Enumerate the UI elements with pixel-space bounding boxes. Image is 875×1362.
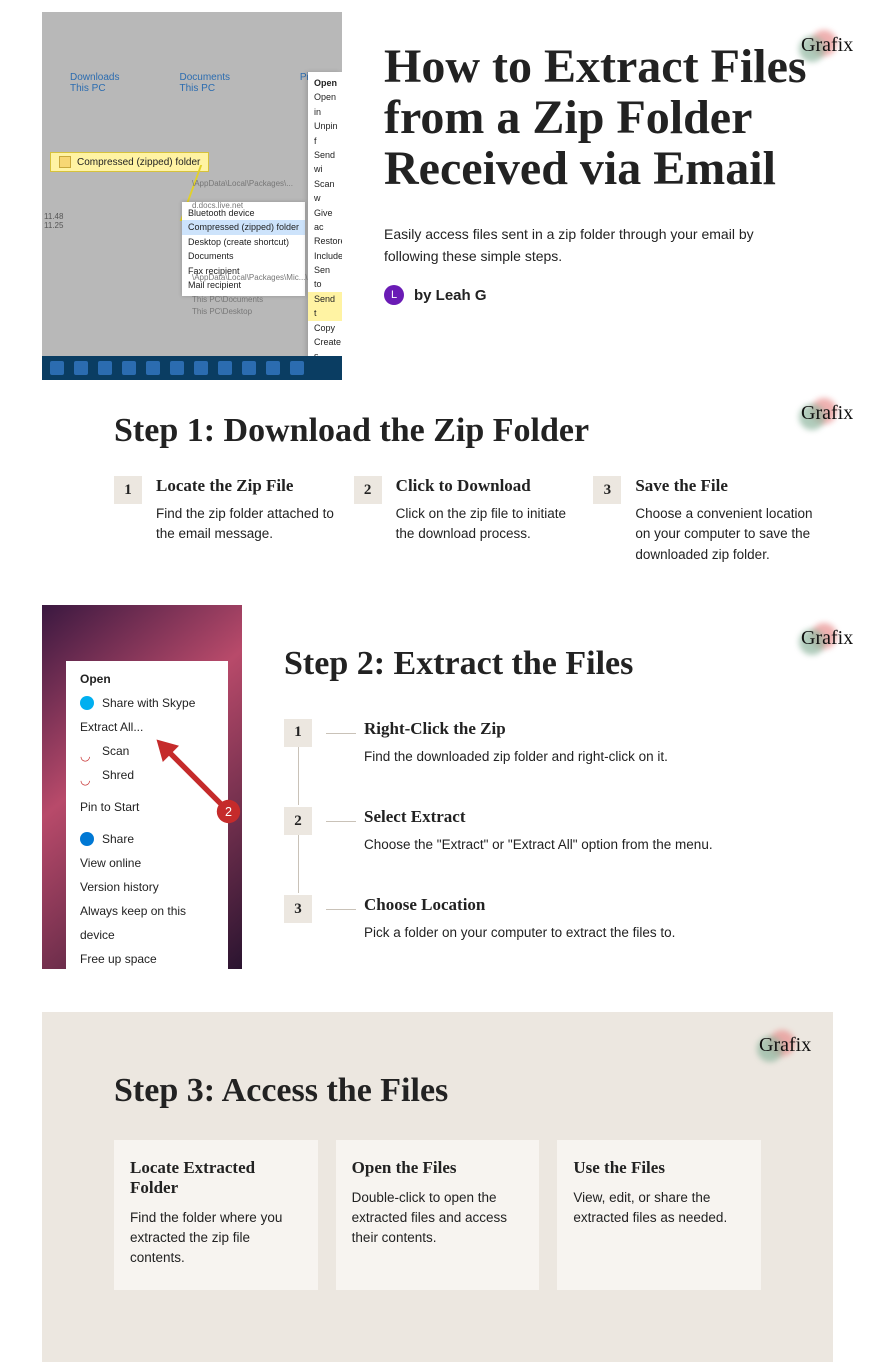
step-number: 3 xyxy=(284,895,312,923)
brand-logo: Grafix xyxy=(797,394,847,434)
step2-item: 1 Right-Click the Zip Find the downloade… xyxy=(284,719,815,767)
brand-logo: Grafix xyxy=(797,26,847,66)
avatar: L xyxy=(384,285,404,305)
item-body: Choose the "Extract" or "Extract All" op… xyxy=(364,835,713,855)
card-body: Find the folder where you extracted the … xyxy=(130,1208,302,1269)
byline: L by Leah G xyxy=(384,285,815,305)
page-subtitle: Easily access files sent in a zip folder… xyxy=(384,223,784,268)
step3-card: Use the Files View, edit, or share the e… xyxy=(557,1140,761,1291)
folder-tile: Downloads This PC xyxy=(70,72,119,94)
hero-section: Downloads This PC Documents This PC Pict… xyxy=(0,0,875,380)
step-number: 2 xyxy=(354,476,382,504)
folder-tile: Documents This PC xyxy=(179,72,230,94)
step2-screenshot: Open Share with Skype Extract All... ◡Sc… xyxy=(42,605,242,969)
item-title: Choose Location xyxy=(364,895,675,915)
card-title: Use the Files xyxy=(573,1158,745,1178)
taskbar xyxy=(42,356,342,380)
card-body: View, edit, or share the extracted files… xyxy=(573,1188,745,1229)
step3-card: Open the Files Double-click to open the … xyxy=(336,1140,540,1291)
svg-text:2: 2 xyxy=(225,805,232,819)
brand-logo: Grafix xyxy=(755,1026,805,1066)
card-body: Double-click to open the extracted files… xyxy=(352,1188,524,1249)
item-body: Find the downloaded zip folder and right… xyxy=(364,747,668,767)
step1-section: Grafix Step 1: Download the Zip Folder 1… xyxy=(0,380,875,565)
highlight-text: Compressed (zipped) folder xyxy=(77,157,200,168)
item-title: Save the File xyxy=(635,476,815,496)
step2-item: 2 Select Extract Choose the "Extract" or… xyxy=(284,807,815,855)
item-body: Pick a folder on your computer to extrac… xyxy=(364,923,675,943)
step1-item: 2 Click to Download Click on the zip fil… xyxy=(354,476,576,565)
item-body: Choose a convenient location on your com… xyxy=(635,504,815,565)
card-title: Locate Extracted Folder xyxy=(130,1158,302,1198)
item-title: Locate the Zip File xyxy=(156,476,336,496)
step3-section: Grafix Step 3: Access the Files Locate E… xyxy=(42,1012,833,1362)
step3-card: Locate Extracted Folder Find the folder … xyxy=(114,1140,318,1291)
item-body: Find the zip folder attached to the emai… xyxy=(156,504,336,545)
step2-heading: Step 2: Extract the Files xyxy=(284,645,815,683)
highlight-label: Compressed (zipped) folder xyxy=(50,152,209,172)
item-title: Click to Download xyxy=(396,476,576,496)
red-arrow-icon: 2 xyxy=(152,735,242,825)
item-body: Click on the zip file to initiate the do… xyxy=(396,504,576,545)
context-menu-right: Open Open in Unpin f Send wi Scan w Give… xyxy=(308,72,342,380)
item-title: Right-Click the Zip xyxy=(364,719,668,739)
step-number: 3 xyxy=(593,476,621,504)
page-title: How to Extract Files from a Zip Folder R… xyxy=(384,42,815,195)
step1-heading: Step 1: Download the Zip Folder xyxy=(114,412,815,450)
brand-logo: Grafix xyxy=(797,619,847,659)
step-number: 2 xyxy=(284,807,312,835)
author: by Leah G xyxy=(414,287,487,304)
step1-item: 1 Locate the Zip File Find the zip folde… xyxy=(114,476,336,565)
step1-item: 3 Save the File Choose a convenient loca… xyxy=(593,476,815,565)
card-title: Open the Files xyxy=(352,1158,524,1178)
step2-section: Open Share with Skype Extract All... ◡Sc… xyxy=(0,605,875,984)
step-number: 1 xyxy=(284,719,312,747)
step2-item: 3 Choose Location Pick a folder on your … xyxy=(284,895,815,943)
step-number: 1 xyxy=(114,476,142,504)
step3-heading: Step 3: Access the Files xyxy=(114,1072,761,1110)
hero-screenshot: Downloads This PC Documents This PC Pict… xyxy=(42,12,342,380)
item-title: Select Extract xyxy=(364,807,713,827)
